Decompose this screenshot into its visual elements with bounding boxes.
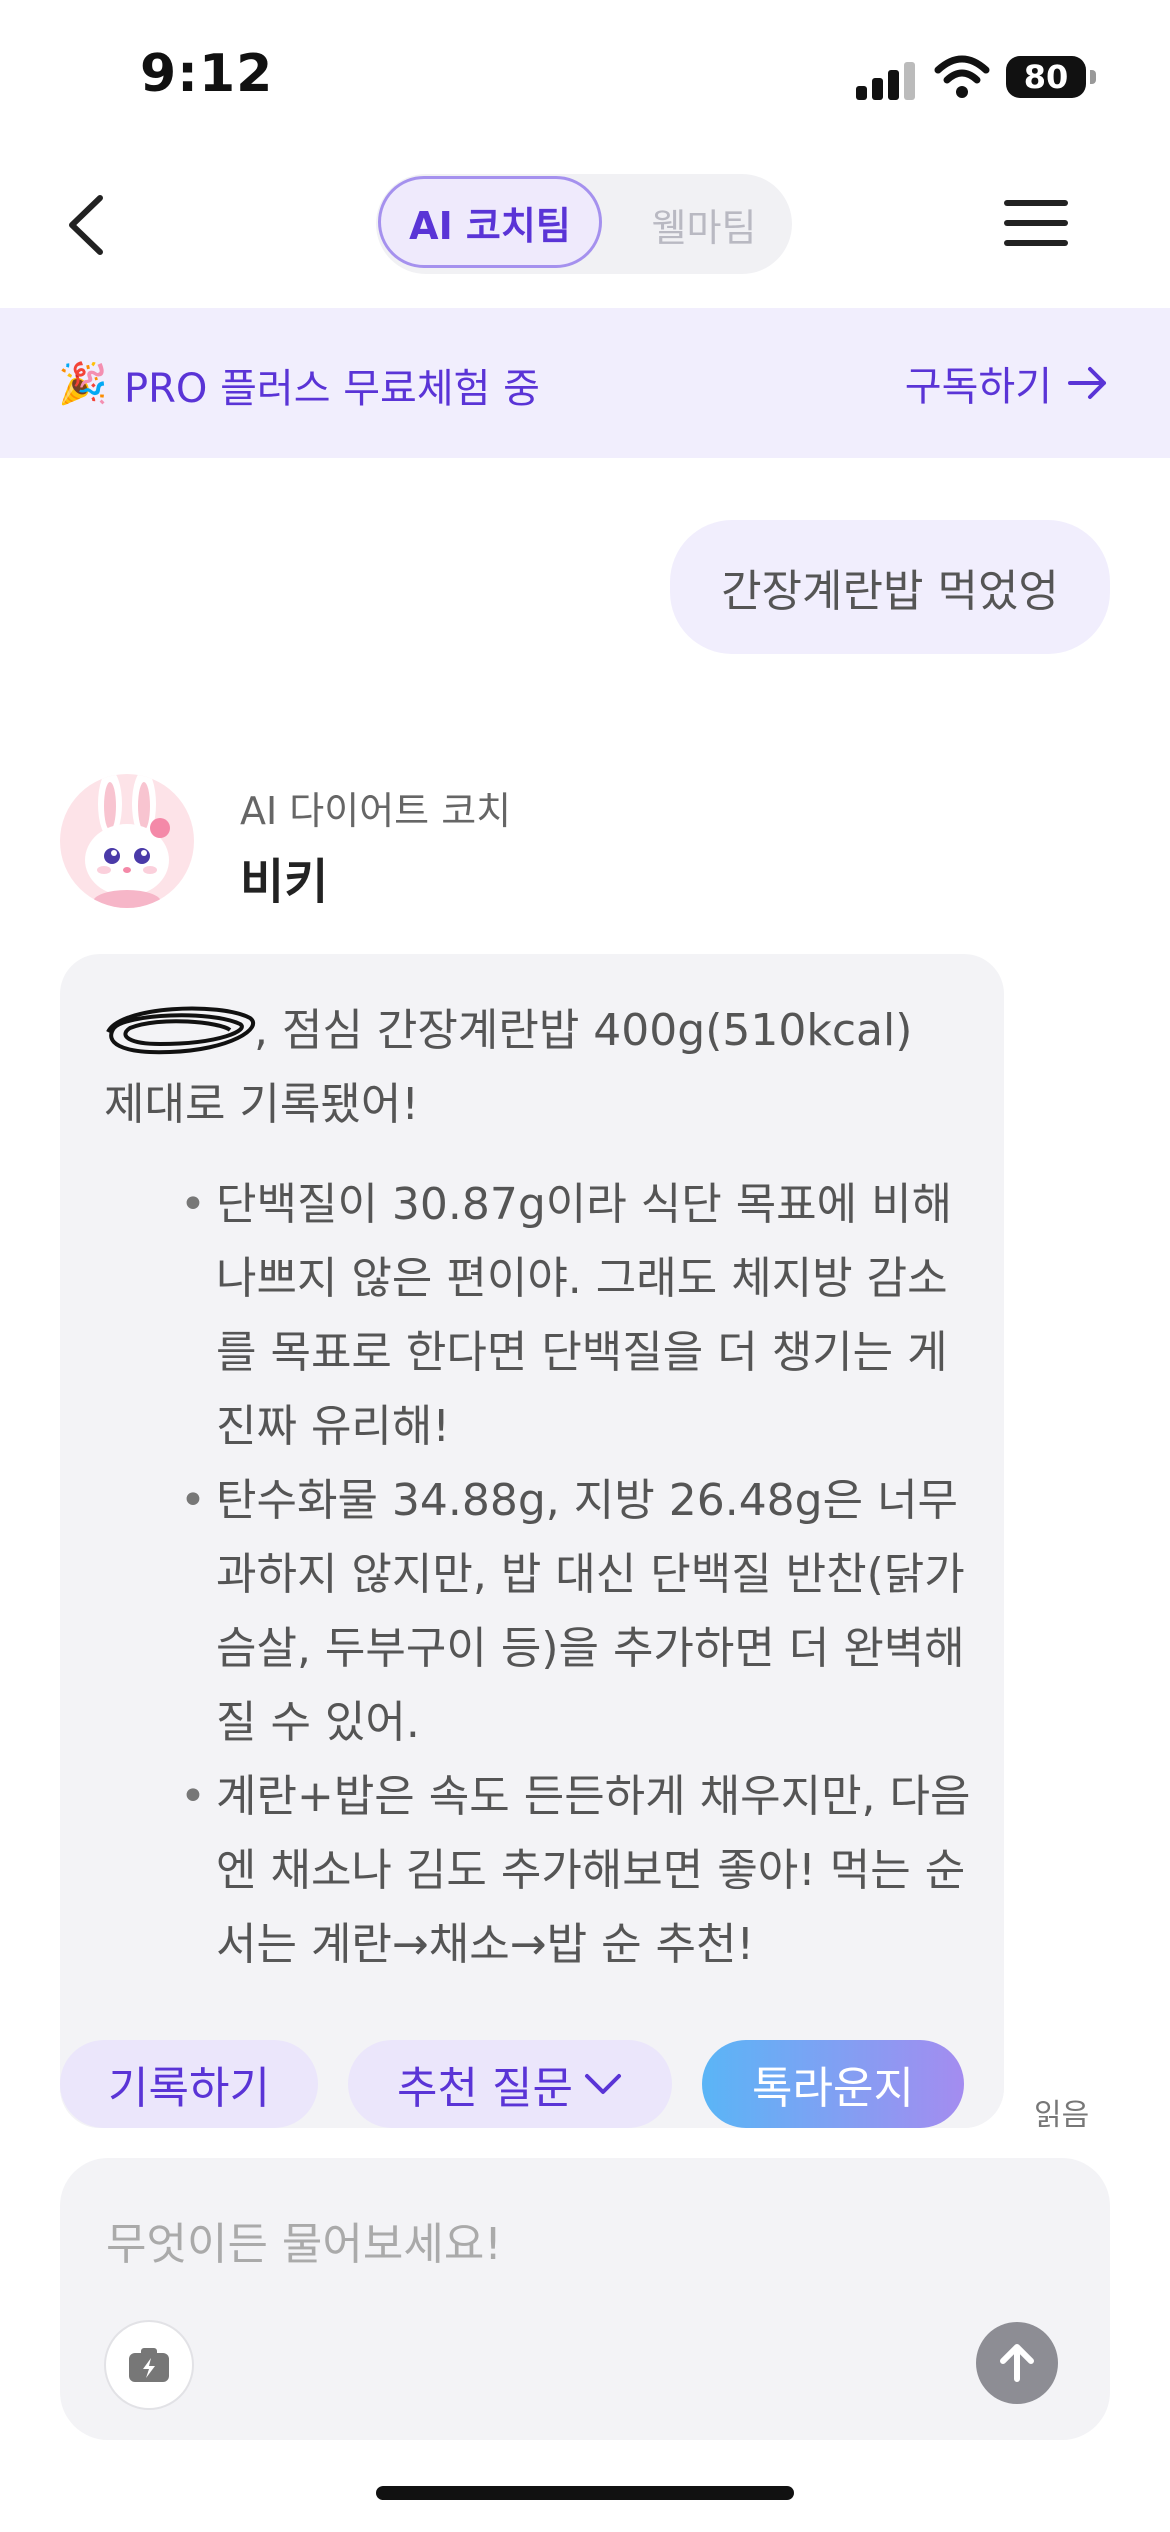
subscribe-button[interactable]: 구독하기 (905, 354, 1110, 412)
list-item: 계란+밥은 속도 든든하게 채우지만, 다음엔 채소나 김도 추가해보면 좋아!… (180, 1760, 984, 1982)
recommended-questions-button[interactable]: 추천 질문 (348, 2040, 672, 2128)
signal-icon (856, 60, 916, 100)
hamburger-icon[interactable] (1004, 200, 1068, 246)
status-time: 9:12 (140, 44, 274, 104)
redaction-scribble (106, 1006, 255, 1055)
tab-ai-coach-team[interactable]: AI 코치팀 (378, 176, 602, 268)
chevron-left-icon[interactable] (60, 190, 120, 260)
party-popper-icon: 🎉 (58, 361, 108, 407)
promo-text: PRO 플러스 무료체험 중 (124, 366, 540, 412)
talk-lounge-button[interactable]: 톡라운지 (702, 2040, 964, 2128)
promo-banner[interactable]: 🎉 PRO 플러스 무료체험 중 구독하기 (0, 308, 1170, 458)
record-button[interactable]: 기록하기 (60, 2040, 318, 2128)
message-input[interactable]: 무엇이든 물어보세요! (106, 2208, 502, 2272)
battery-indicator: 80 (1006, 56, 1096, 98)
arrow-right-icon (1068, 367, 1106, 399)
coach-role: AI 다이어트 코치 (240, 789, 512, 833)
send-button[interactable] (976, 2322, 1058, 2404)
wifi-icon (934, 55, 990, 98)
coach-name: 비키 (240, 854, 329, 910)
message-composer: 무엇이든 물어보세요! (60, 2158, 1110, 2440)
list-item: 탄수화물 34.88g, 지방 26.48g은 너무 과하지 않지만, 밥 대신… (180, 1464, 984, 1760)
arrow-up-icon (1000, 2344, 1034, 2382)
bot-bullet-list: 단백질이 30.87g이라 식단 목표에 비해 나쁘지 않은 편이야. 그래도 … (104, 1168, 984, 1982)
bot-intro-line-1: , 점심 간장계란밥 400g(510kcal) (254, 1005, 913, 1056)
camera-button[interactable] (104, 2320, 194, 2410)
bot-message-bubble: , 점심 간장계란밥 400g(510kcal) 제대로 기록됐어! 단백질이 … (60, 954, 1004, 2128)
camera-icon (129, 2348, 169, 2382)
subscribe-label: 구독하기 (904, 364, 1052, 410)
coach-avatar[interactable] (60, 774, 194, 908)
team-switcher: AI 코치팀 웰마팀 (376, 174, 792, 274)
list-item: 단백질이 30.87g이라 식단 목표에 비해 나쁘지 않은 편이야. 그래도 … (180, 1168, 984, 1464)
bot-intro-line-2: 제대로 기록됐어! (104, 1079, 419, 1130)
home-indicator (376, 2486, 794, 2500)
chevron-down-icon (584, 2074, 621, 2094)
recommended-questions-label: 추천 질문 (397, 2063, 573, 2114)
tab-wellma-team[interactable]: 웰마팀 (616, 174, 792, 274)
status-bar: 9:12 80 (0, 0, 1170, 150)
top-nav: AI 코치팀 웰마팀 (0, 160, 1170, 290)
user-message-bubble: 간장계란밥 먹었엉 (670, 520, 1110, 654)
read-receipt: 읽음 (1034, 2098, 1090, 2133)
